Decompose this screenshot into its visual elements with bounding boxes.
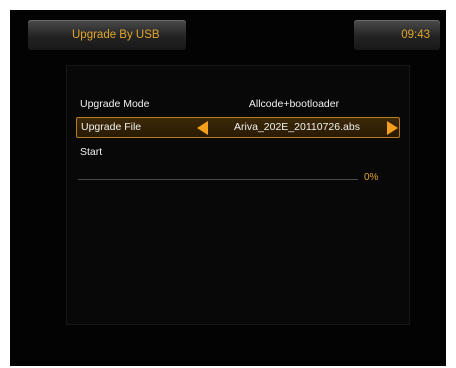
arrow-left-icon[interactable] xyxy=(197,121,208,135)
upgrade-file-row[interactable]: Upgrade File Ariva_202E_20110726.abs xyxy=(76,117,400,138)
clock-tab: 09:43 xyxy=(354,20,440,50)
arrow-right-icon[interactable] xyxy=(387,121,398,135)
upgrade-file-label: Upgrade File xyxy=(81,121,142,133)
upgrade-mode-value[interactable]: Allcode+bootloader xyxy=(206,98,382,110)
progress-percent: 0% xyxy=(364,172,379,183)
page-title-tab: Upgrade By USB xyxy=(28,20,186,50)
page-title: Upgrade By USB xyxy=(72,29,160,41)
upgrade-file-value[interactable]: Ariva_202E_20110726.abs xyxy=(209,118,385,137)
progress-bar xyxy=(78,179,358,180)
start-button[interactable]: Start xyxy=(80,146,102,158)
clock-time: 09:43 xyxy=(401,29,430,41)
upgrade-mode-label: Upgrade Mode xyxy=(80,98,150,110)
